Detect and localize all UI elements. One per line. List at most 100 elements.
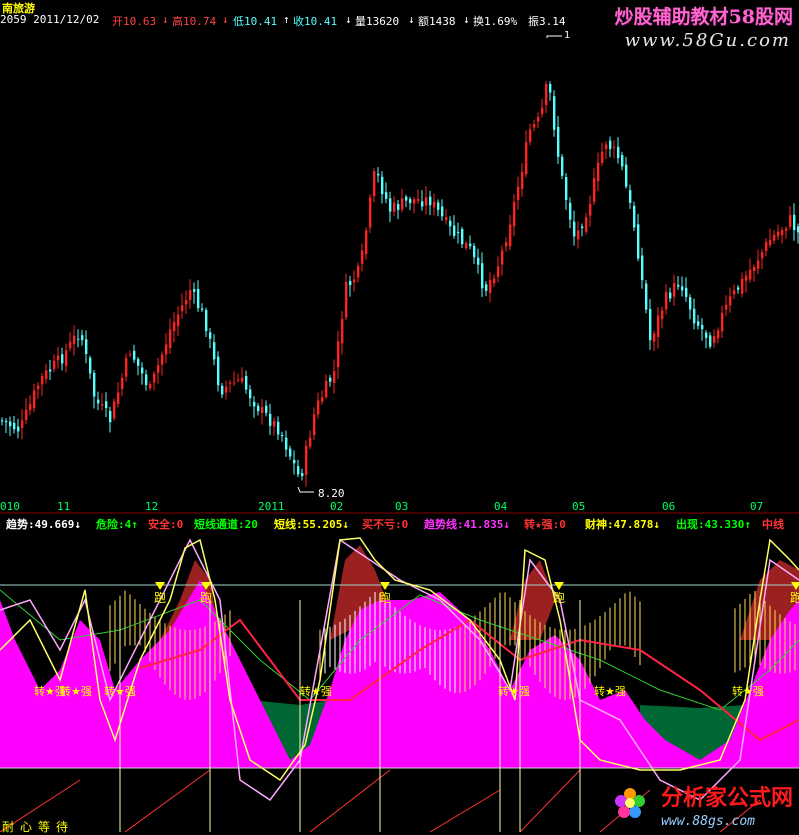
candle-body [733,290,736,295]
candle-body [697,321,700,326]
run-label: 跑 [790,591,799,605]
x-tick-label: 04 [494,500,508,513]
candle-body [561,156,564,176]
candle-body [537,117,540,122]
candle-body [49,369,52,372]
x-tick-label: 05 [572,500,586,513]
candle-body [145,374,148,386]
candle-body [85,339,88,355]
candle-body [605,144,608,149]
candle-body [701,324,704,330]
candle-body [425,197,428,206]
candle-body [785,228,788,231]
x-tick-label: 06 [662,500,676,513]
wait-text: 耐心等待 [2,820,75,834]
candle-body [381,176,384,195]
candle-body [569,202,572,220]
candle-body [297,466,300,475]
candle-body [601,151,604,163]
candle-body [645,283,648,310]
candle-body [281,435,284,437]
candle-body [433,201,436,208]
candle-body [193,288,196,292]
candle-body [205,309,208,332]
candle-body [477,257,480,265]
candle-body [377,173,380,176]
candle-body [185,300,188,305]
candle-body [589,204,592,216]
candle-body [745,275,748,281]
run-label: 跑 [553,591,565,605]
candle-body [633,205,636,228]
candle-body [585,217,588,232]
candle-body [25,409,28,421]
candle-body [217,356,220,386]
candle-body [781,230,784,236]
candle-body [681,286,684,291]
candlestick-series [1,81,799,487]
candle-body [721,313,724,332]
candle-body [5,420,8,423]
candle-body [65,350,68,367]
candle-body [89,357,92,374]
candle-body [61,354,64,364]
candle-body [29,403,32,411]
candle-body [545,83,548,106]
candle-body [501,250,504,265]
candle-body [237,379,240,381]
candle-body [293,459,296,464]
candle-body [57,355,60,361]
candle-body [269,413,272,426]
turn-strong-label: 转★强 [594,685,626,698]
candle-body [729,296,732,306]
candle-body [241,377,244,382]
candle-body [245,376,248,390]
candle-body [505,242,508,247]
candle-body [737,287,740,290]
candle-body [465,243,468,249]
candle-body [661,310,664,319]
candle-body [493,278,496,284]
candle-body [693,308,696,324]
ind-mid: 中线 [762,518,784,531]
candle-body [461,228,464,245]
candle-body [249,389,252,399]
candle-body [469,243,472,247]
candle-body [105,401,108,409]
candle-body [581,226,584,229]
candle-body [305,445,308,475]
ind-short: 短线:55.205↓ [274,518,349,531]
turn-strong-label: 转★强 [300,685,332,698]
x-tick-label: 03 [395,500,409,513]
candle-body [177,314,180,326]
candle-body [117,392,120,405]
candle-body [337,341,340,368]
candle-body [133,350,136,360]
candle-body [409,199,412,204]
candle-body [325,381,328,398]
candle-body [313,414,316,435]
candle-body [441,206,444,217]
candle-body [449,220,452,227]
candle-body [21,420,24,428]
chart-canvas: 1 8.20 跑 跑 跑 跑 跑 [0,30,799,832]
candle-body [113,401,116,419]
flower-logo-icon [613,786,647,820]
candle-body [445,217,448,221]
candle-body [109,410,112,423]
candle-body [413,199,416,204]
candle-body [401,198,404,210]
candle-body [741,278,744,294]
candle-body [593,178,596,202]
candle-body [673,282,676,297]
candle-body [725,304,728,310]
run-triangle-icon [155,582,165,590]
low-marker-leader [297,486,314,493]
candle-body [341,318,344,344]
candle-body [121,377,124,389]
candle-body [81,335,84,341]
candle-body [665,292,668,310]
candle-body [361,250,364,264]
candle-body [329,377,332,382]
candle-body [761,252,764,259]
